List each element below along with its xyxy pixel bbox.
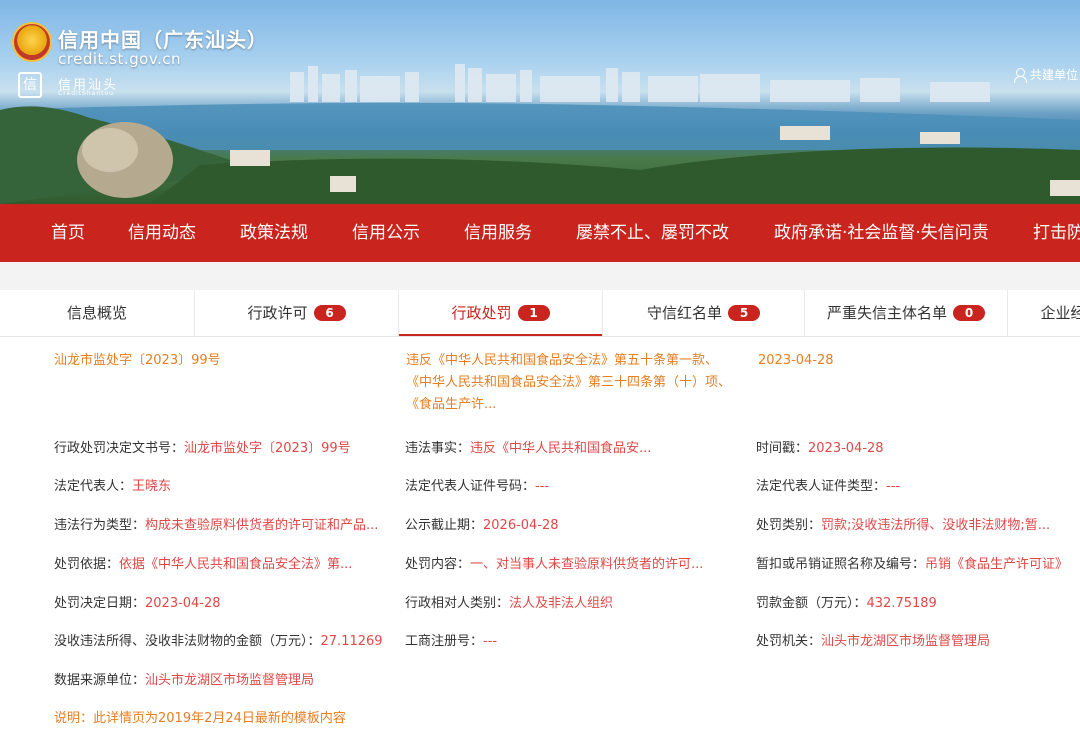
nav-item-home[interactable]: 首页 bbox=[51, 204, 85, 262]
field-decision-date: 处罚决定日期：2023-04-28 bbox=[54, 596, 221, 611]
field-confiscated-amount: 没收违法所得、没收非法财物的金额（万元）：27.11269 bbox=[54, 634, 383, 649]
summary-date: 2023-04-28 bbox=[758, 353, 834, 368]
credit-shantou-logo-icon: 信 bbox=[18, 72, 42, 98]
nav-item-crackdown[interactable]: 打击防 bbox=[1033, 204, 1080, 262]
field-timestamp: 时间戳：2023-04-28 bbox=[756, 441, 884, 456]
nav-item-government-commitment[interactable]: 政府承诺·社会监督·失信问责 bbox=[774, 204, 989, 262]
header-banner: 信用中国（广东汕头） credit.st.gov.cn 信 信用汕头 Credi… bbox=[0, 0, 1080, 204]
national-emblem-icon bbox=[12, 22, 52, 62]
field-data-source: 数据来源单位：汕头市龙湖区市场监督管理局 bbox=[54, 673, 315, 688]
count-badge: 5 bbox=[728, 305, 760, 321]
tab-label: 守信红名单 bbox=[646, 304, 722, 322]
partner-units-link[interactable]: 共建单位 bbox=[1013, 66, 1078, 83]
field-business-reg-number: 工商注册号：--- bbox=[405, 634, 498, 649]
tab-label: 信息概览 bbox=[66, 304, 127, 322]
site-title: 信用中国（广东汕头） bbox=[58, 28, 268, 52]
field-legal-representative: 法定代表人：王晓东 bbox=[54, 479, 172, 494]
tab-bar: 信息概览 行政许可 6 行政处罚 1 守信红名单 5 严重失信主体名单 0 企业经 bbox=[0, 290, 1080, 337]
field-penalty-authority: 处罚机关：汕头市龙湖区市场监督管理局 bbox=[756, 634, 991, 649]
field-rep-id-number: 法定代表人证件号码：--- bbox=[405, 479, 550, 494]
field-license-revoked: 暂扣或吊销证照名称及编号：吊销《食品生产许可证》 bbox=[756, 557, 1069, 572]
count-badge: 1 bbox=[517, 305, 550, 321]
summary-violation-line: 违反《中华人民共和国食品安全法》第五十条第一款、 bbox=[406, 353, 719, 368]
template-note: 说明：此详情页为2019年2月24日最新的模板内容 bbox=[54, 711, 346, 726]
summary-violation-line: 《食品生产许... bbox=[406, 397, 497, 412]
summary-violation[interactable]: 违反《中华人民共和国食品安全法》第五十条第一款、 《中华人民共和国食品安全法》第… bbox=[406, 350, 746, 416]
count-badge: 6 bbox=[313, 305, 346, 321]
field-violation-type: 违法行为类型：构成未查验原料供货者的许可证和产品... bbox=[54, 518, 379, 533]
field-illegal-facts: 违法事实：违反《中华人民共和国食品安... bbox=[405, 441, 652, 456]
nav-item-credit-news[interactable]: 信用动态 bbox=[128, 204, 196, 262]
field-publicity-deadline: 公示截止期：2026-04-28 bbox=[405, 518, 559, 533]
tab-admin-license[interactable]: 行政许可 6 bbox=[195, 290, 399, 336]
tab-label: 严重失信主体名单 bbox=[826, 304, 947, 322]
tab-red-list[interactable]: 守信红名单 5 bbox=[603, 290, 805, 336]
partner-units-label: 共建单位 bbox=[1029, 68, 1078, 82]
sub-logo-english: CreditShantou bbox=[58, 90, 114, 97]
user-icon bbox=[1013, 67, 1027, 83]
field-penalty-category: 处罚类别：罚款;没收违法所得、没收非法财物;暂... bbox=[756, 518, 1051, 533]
field-counterparty-type: 行政相对人类别：法人及非法人组织 bbox=[405, 596, 614, 611]
tab-admin-penalty[interactable]: 行政处罚 1 bbox=[399, 290, 603, 336]
tab-business-operation[interactable]: 企业经 bbox=[1008, 290, 1080, 336]
count-badge: 0 bbox=[953, 305, 985, 321]
field-fine-amount: 罚款金额（万元）：432.75189 bbox=[756, 596, 937, 611]
site-domain: credit.st.gov.cn bbox=[58, 50, 182, 68]
field-decision-doc-number: 行政处罚决定文书号：汕龙市监处字〔2023〕99号 bbox=[54, 441, 351, 456]
field-rep-id-type: 法定代表人证件类型：--- bbox=[756, 479, 901, 494]
main-nav: 首页 信用动态 政策法规 信用公示 信用服务 屡禁不止、屡罚不改 政府承诺·社会… bbox=[0, 204, 1080, 262]
tab-label: 行政处罚 bbox=[451, 304, 512, 322]
nav-item-policy[interactable]: 政策法规 bbox=[240, 204, 308, 262]
summary-violation-line: 《中华人民共和国食品安全法》第三十四条第（十）项、 bbox=[406, 375, 732, 390]
nav-item-credit-service[interactable]: 信用服务 bbox=[464, 204, 532, 262]
tab-label: 企业经 bbox=[1040, 304, 1080, 322]
divider-strip bbox=[0, 262, 1080, 290]
summary-doc-number[interactable]: 汕龙市监处字〔2023〕99号 bbox=[54, 350, 221, 372]
field-penalty-basis: 处罚依据：依据《中华人民共和国食品安全法》第... bbox=[54, 557, 353, 572]
tab-serious-dishonesty[interactable]: 严重失信主体名单 0 bbox=[805, 290, 1008, 336]
nav-item-repeat-offenders[interactable]: 屡禁不止、屡罚不改 bbox=[576, 204, 729, 262]
field-penalty-content: 处罚内容：一、对当事人未查验原料供货者的许可... bbox=[405, 557, 704, 572]
tab-label: 行政许可 bbox=[247, 304, 308, 322]
tab-overview[interactable]: 信息概览 bbox=[0, 290, 195, 336]
nav-item-credit-disclosure[interactable]: 信用公示 bbox=[352, 204, 420, 262]
